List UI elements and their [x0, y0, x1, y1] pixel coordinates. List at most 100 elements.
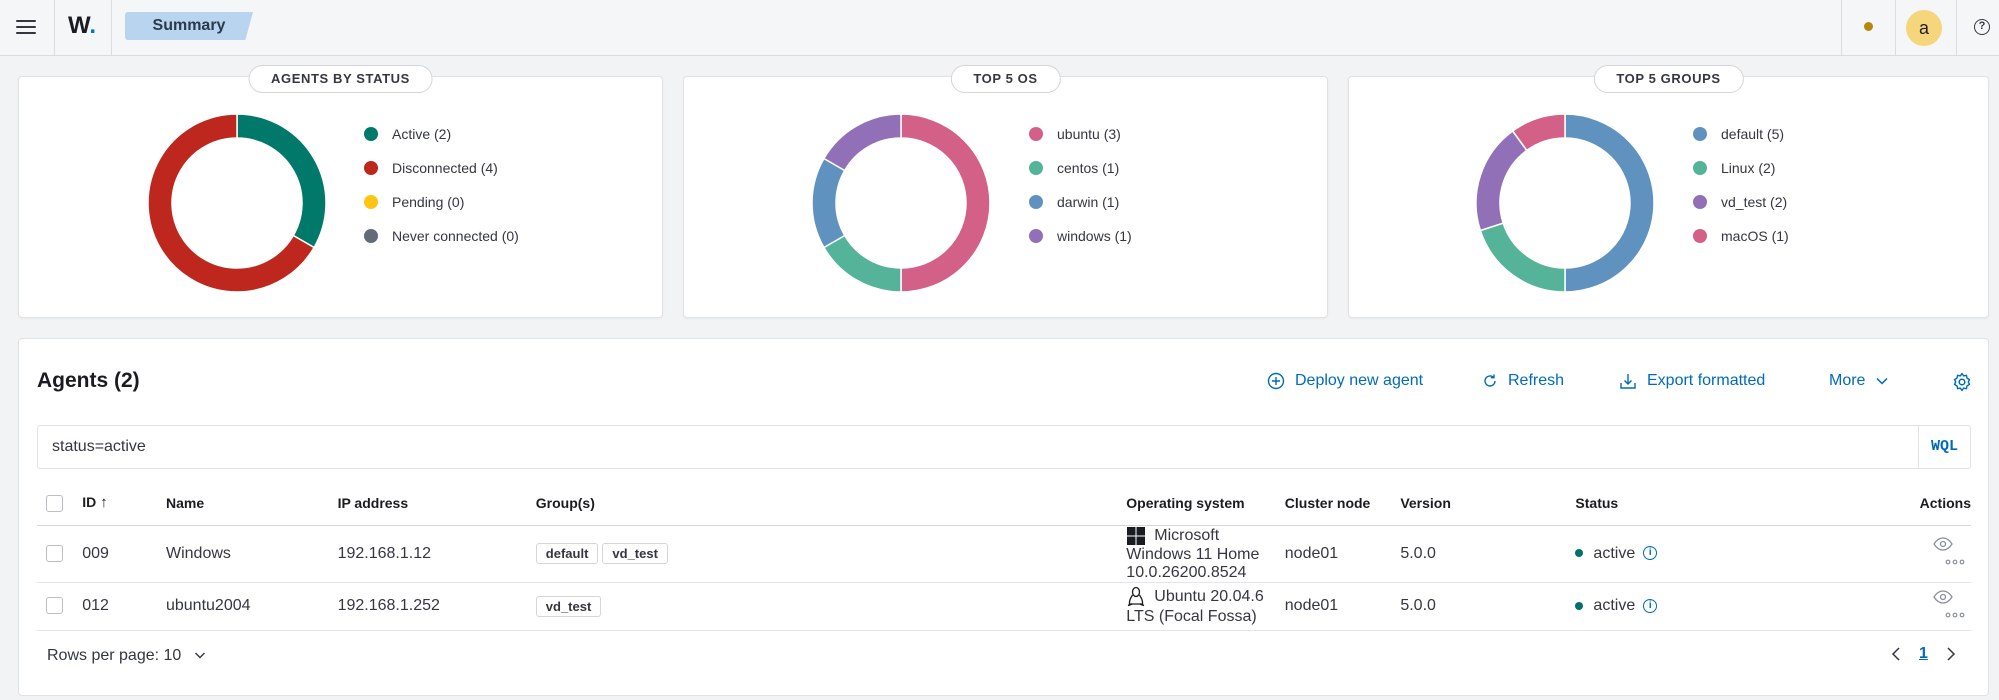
sort-ascending-icon: ↑ [100, 494, 108, 512]
legend-swatch [1029, 127, 1043, 141]
legend-label: Linux (2) [1721, 160, 1776, 176]
legend-label: Disconnected (4) [392, 160, 498, 176]
agent-groups: vd_test [535, 582, 1127, 631]
agent-os: Microsoft Windows 11 Home 10.0.26200.852… [1126, 525, 1285, 583]
more-dropdown-button[interactable]: More [1829, 372, 1889, 390]
agents-by-status-card: AGENTS BY STATUS Active (2) Disconnected … [18, 65, 663, 318]
column-header-node[interactable]: Cluster node [1284, 481, 1401, 526]
agents-table: ID ↑ Name IP address Group(s) Operating … [37, 481, 1971, 631]
row-checkbox[interactable] [46, 544, 63, 562]
column-header-actions: Actions [1919, 481, 1971, 526]
column-header-version[interactable]: Version [1400, 481, 1576, 526]
agents-panel: Agents (2) Deploy new agent Refresh Expo… [18, 338, 1989, 696]
legend-item[interactable]: vd_test (2) [1693, 185, 1789, 219]
refresh-icon [1484, 374, 1496, 387]
page-number-button[interactable]: 1 [1919, 645, 1928, 663]
search-input[interactable] [38, 426, 1918, 468]
menu-icon[interactable] [14, 16, 38, 40]
donut-slice[interactable] [1475, 129, 1528, 232]
refresh-label: Refresh [1508, 372, 1565, 389]
deploy-label: Deploy new agent [1295, 372, 1424, 389]
help-icon[interactable]: ? [1974, 19, 1990, 35]
agent-status: active i [1575, 525, 1920, 583]
legend-item[interactable]: Disconnected (4) [364, 151, 519, 185]
legend-item[interactable]: Linux (2) [1693, 151, 1789, 185]
group-badge[interactable]: vd_test [535, 595, 602, 617]
legend-item[interactable]: darwin (1) [1029, 185, 1132, 219]
legend-item[interactable]: centos (1) [1029, 151, 1132, 185]
user-avatar[interactable]: a [1906, 10, 1942, 46]
status-dot-icon [1575, 549, 1584, 558]
refresh-button[interactable]: Refresh [1482, 372, 1564, 390]
column-header-name[interactable]: Name [165, 481, 338, 526]
eye-icon[interactable] [1933, 537, 1953, 551]
legend-swatch [1029, 229, 1043, 243]
legend-item[interactable]: Pending (0) [364, 185, 519, 219]
groups-legend: default (5) Linux (2) vd_test (2) macOS (1) [1693, 117, 1789, 253]
column-header-os[interactable]: Operating system [1126, 481, 1285, 526]
row-checkbox[interactable] [46, 597, 63, 615]
agent-ip: 192.168.1.252 [337, 582, 536, 631]
info-icon[interactable]: i [1643, 598, 1658, 613]
agents-title: Agents (2) [37, 369, 140, 392]
agent-groups: default vd_test [535, 525, 1127, 583]
donut-slice[interactable] [236, 113, 327, 249]
wql-toggle-button[interactable]: WQL [1918, 426, 1970, 468]
legend-item[interactable]: default (5) [1693, 117, 1789, 151]
column-header-status[interactable]: Status [1575, 481, 1920, 526]
table-settings-button[interactable] [1952, 372, 1972, 397]
legend-swatch [364, 229, 378, 243]
breadcrumb-summary[interactable]: Summary [125, 12, 253, 40]
select-all-checkbox[interactable] [46, 494, 63, 512]
chevron-right-icon[interactable] [1946, 646, 1956, 662]
os-legend: ubuntu (3) centos (1) darwin (1) windows (1… [1029, 117, 1132, 253]
agent-name: ubuntu2004 [165, 582, 338, 631]
legend-label: windows (1) [1057, 228, 1132, 244]
linux-icon [1128, 586, 1145, 607]
top-header: W. Summary a ? [0, 0, 1999, 56]
donut-slice[interactable] [900, 113, 991, 293]
table-row[interactable]: 009 Windows 192.168.1.12 default vd_test … [37, 525, 1971, 583]
column-header-groups[interactable]: Group(s) [535, 481, 1127, 526]
groups-donut-chart [1475, 113, 1655, 293]
eye-icon[interactable] [1933, 590, 1953, 604]
export-formatted-button[interactable]: Export formatted [1619, 372, 1765, 390]
agent-status: active i [1575, 582, 1920, 631]
legend-item[interactable]: ubuntu (3) [1029, 117, 1132, 151]
legend-label: ubuntu (3) [1057, 126, 1121, 142]
legend-swatch [1693, 229, 1707, 243]
more-options-icon[interactable] [1945, 559, 1965, 565]
donut-slice[interactable] [822, 234, 902, 293]
legend-swatch [1029, 161, 1043, 175]
agent-version: 5.0.0 [1400, 582, 1576, 631]
table-row[interactable]: 012 ubuntu2004 192.168.1.252 vd_test Ubu… [37, 582, 1971, 631]
donut-slice[interactable] [822, 113, 902, 172]
legend-swatch [1693, 195, 1707, 209]
donut-slice[interactable] [1564, 113, 1655, 293]
legend-item[interactable]: macOS (1) [1693, 219, 1789, 253]
group-badge[interactable]: default [535, 543, 599, 564]
agent-version: 5.0.0 [1400, 525, 1576, 583]
donut-slice[interactable] [1479, 222, 1566, 293]
column-header-ip[interactable]: IP address [337, 481, 536, 526]
legend-item[interactable]: windows (1) [1029, 219, 1132, 253]
legend-item[interactable]: Never connected (0) [364, 219, 519, 253]
app-logo[interactable]: W. [68, 12, 96, 40]
legend-item[interactable]: Active (2) [364, 117, 519, 151]
column-header-id[interactable]: ID ↑ [82, 481, 166, 526]
header-divider [111, 0, 112, 56]
notification-indicator-icon[interactable] [1864, 22, 1873, 31]
table-header-row: ID ↑ Name IP address Group(s) Operating … [37, 481, 1971, 526]
more-options-icon[interactable] [1945, 612, 1965, 618]
agent-node: node01 [1284, 582, 1401, 631]
rows-per-page-selector[interactable]: Rows per page: 10 [47, 647, 206, 665]
donut-slice[interactable] [811, 157, 846, 249]
chevron-left-icon[interactable] [1891, 646, 1901, 662]
agent-id: 009 [82, 525, 166, 583]
group-badge[interactable]: vd_test [602, 543, 668, 564]
info-icon[interactable]: i [1643, 546, 1658, 561]
agent-name: Windows [165, 525, 338, 583]
legend-swatch [364, 161, 378, 175]
row-actions [1919, 582, 1971, 631]
deploy-new-agent-button[interactable]: Deploy new agent [1267, 372, 1423, 390]
